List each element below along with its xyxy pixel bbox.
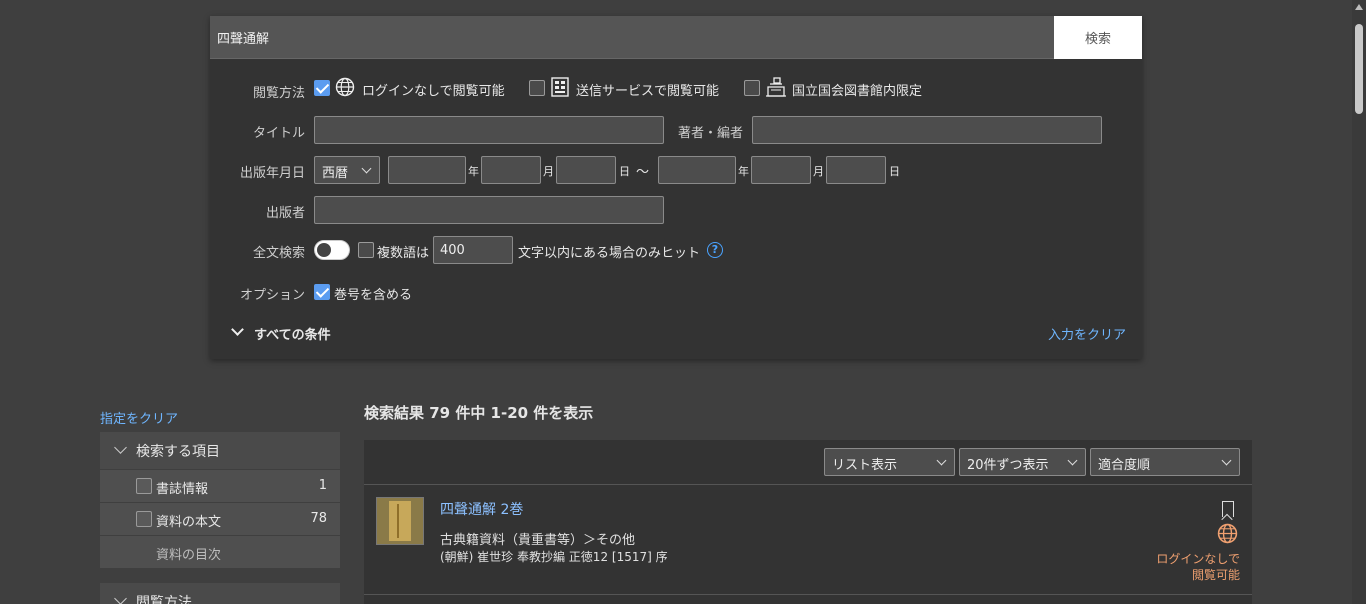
globe-icon: [1217, 523, 1238, 544]
search-fields-section-title: 検索する項目: [136, 444, 220, 460]
chevron-down-icon: [1067, 455, 1078, 466]
title-input[interactable]: [314, 116, 664, 144]
access-transmission-label: 送信サービスで閲覧可能: [576, 84, 720, 99]
multiword-checkbox[interactable]: [358, 242, 374, 258]
search-button[interactable]: 検索: [1054, 16, 1142, 59]
view-mode-select[interactable]: リスト表示: [824, 448, 955, 476]
end-year-unit: 年: [738, 165, 749, 178]
view-mode-value: リスト表示: [832, 458, 898, 473]
sort-select[interactable]: 適合度順: [1090, 448, 1240, 476]
chevron-down-icon: [936, 455, 947, 466]
clear-filters-link[interactable]: 指定をクリア: [100, 408, 178, 427]
title-label: タイトル: [252, 126, 305, 141]
fulltext-toggle[interactable]: [314, 240, 350, 260]
publication-date-label: 出版年月日: [239, 166, 305, 181]
access-method-label: 閲覧方法: [252, 86, 305, 101]
access-method-section-title: 閲覧方法: [136, 595, 192, 604]
filter-item-label: 資料の本文: [156, 515, 222, 530]
clear-input-link[interactable]: 入力をクリア: [1048, 324, 1126, 343]
start-year-unit: 年: [468, 165, 479, 178]
filter-item-label: 資料の目次: [156, 548, 222, 563]
end-year-input[interactable]: [658, 156, 736, 184]
access-no-login-checkbox[interactable]: [314, 80, 330, 96]
fulltext-label: 全文検索: [252, 246, 305, 261]
access-ndl-only-label: 国立国会図書館内限定: [792, 84, 923, 99]
start-day-input[interactable]: [556, 156, 616, 184]
filter-fulltext-checkbox[interactable]: [136, 511, 152, 527]
per-page-select[interactable]: 20件ずつ表示: [959, 448, 1086, 476]
filter-item-label: 書誌情報: [156, 482, 209, 497]
access-ndl-only-checkbox[interactable]: [744, 80, 760, 96]
filter-item-toc: 資料の目次: [100, 535, 340, 568]
access-status-line2: 閲覧可能: [1191, 568, 1240, 582]
multiword-label: 複数語は: [377, 246, 430, 261]
publisher-input[interactable]: [314, 196, 664, 224]
result-title-link[interactable]: 四聲通解 2巻: [440, 499, 523, 519]
chevron-down-icon: [114, 592, 127, 604]
results-summary: 検索結果 79 件中 1-20 件を表示: [364, 404, 594, 422]
result-meta: (朝鮮) 崔世珍 奉教抄編 正徳12 [1517] 序: [440, 550, 668, 564]
bookmark-icon[interactable]: [1222, 501, 1234, 517]
start-day-unit: 日: [619, 165, 630, 178]
filter-item-count: 1: [318, 478, 327, 493]
start-month-unit: 月: [543, 165, 554, 178]
chevron-down-icon: [231, 323, 244, 336]
result-category: 古典籍資料（貴重書等）＞その他: [440, 533, 636, 548]
access-status-line1: ログインなしで: [1156, 552, 1240, 566]
include-volume-checkbox[interactable]: [314, 284, 330, 300]
results-toolbar: リスト表示 20件ずつ表示 適合度順: [364, 440, 1252, 485]
all-conditions-label: すべての条件: [254, 328, 331, 343]
library-desk-icon: [766, 77, 786, 97]
char-limit-input[interactable]: [433, 236, 513, 264]
era-select[interactable]: 西暦: [314, 156, 380, 184]
scroll-thumb[interactable]: [1355, 24, 1363, 114]
page-scrollbar[interactable]: [1352, 0, 1366, 604]
end-month-unit: 月: [813, 165, 824, 178]
option-label: オプション: [239, 288, 305, 303]
chevron-down-icon: [361, 163, 372, 174]
chevron-down-icon: [1221, 455, 1232, 466]
result-item: 四聲通解 2巻 古典籍資料（貴重書等）＞その他 (朝鮮) 崔世珍 奉教抄編 正徳…: [364, 485, 1252, 595]
end-day-unit: 日: [889, 165, 900, 178]
scroll-up-arrow-icon[interactable]: [1355, 4, 1363, 10]
result-thumbnail[interactable]: [376, 497, 424, 545]
start-year-input[interactable]: [388, 156, 466, 184]
filter-bibliographic-checkbox[interactable]: [136, 478, 152, 494]
query-bar: 検索: [210, 16, 1142, 59]
end-day-input[interactable]: [826, 156, 886, 184]
search-fields-section-header[interactable]: 検索する項目: [100, 432, 340, 469]
chevron-down-icon: [114, 441, 127, 454]
sort-value: 適合度順: [1098, 458, 1151, 473]
help-icon[interactable]: ?: [707, 242, 723, 258]
end-month-input[interactable]: [751, 156, 811, 184]
filter-item-count: 78: [310, 511, 327, 526]
access-method-section-header[interactable]: 閲覧方法: [100, 583, 340, 604]
era-select-value: 西暦: [322, 166, 349, 181]
filter-item-fulltext[interactable]: 資料の本文 78: [100, 502, 340, 535]
per-page-value: 20件ずつ表示: [967, 458, 1049, 473]
author-label: 著者・編者: [678, 126, 744, 141]
search-panel: 検索 閲覧方法 ログインなしで閲覧可能 送信サービスで閲覧可能 国立国会図書館内…: [210, 16, 1142, 359]
date-range-separator: 〜: [636, 165, 650, 180]
publisher-label: 出版者: [265, 206, 305, 221]
filter-item-bibliographic[interactable]: 書誌情報 1: [100, 469, 340, 502]
access-transmission-checkbox[interactable]: [529, 80, 545, 96]
building-icon: [551, 77, 569, 97]
results-panel: リスト表示 20件ずつ表示 適合度順 四聲通解 2巻 古典籍資料（貴重書等）＞そ…: [364, 440, 1252, 604]
start-month-input[interactable]: [481, 156, 541, 184]
access-no-login-label: ログインなしで閲覧可能: [362, 84, 505, 99]
keyword-search-input[interactable]: [210, 16, 1054, 59]
globe-icon: [335, 77, 355, 97]
include-volume-label: 巻号を含める: [334, 288, 413, 303]
author-input[interactable]: [752, 116, 1102, 144]
char-limit-suffix: 文字以内にある場合のみヒット: [518, 246, 701, 261]
